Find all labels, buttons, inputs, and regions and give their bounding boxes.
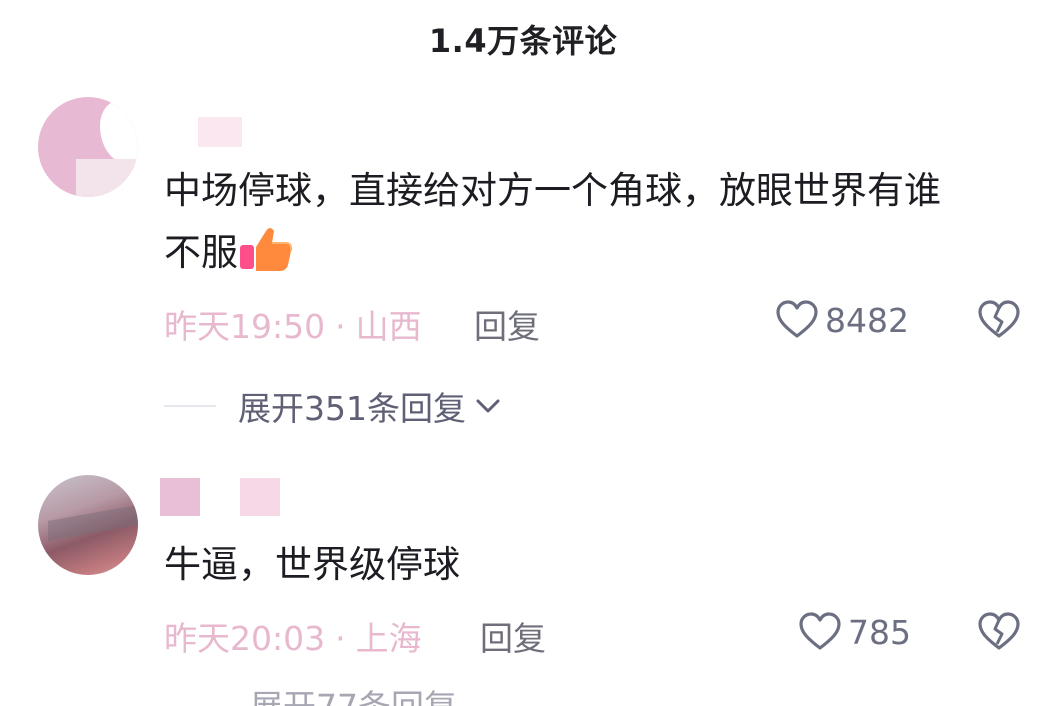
comment-time: 昨天19:50 xyxy=(164,307,326,346)
heart-outline-icon xyxy=(776,300,818,338)
meta-separator: · xyxy=(335,619,346,658)
expand-replies-label: 展开351条回复 xyxy=(238,389,466,428)
comment-text: 中场停球，直接给对方一个角球，放眼世界有谁 xyxy=(164,160,941,222)
expand-replies-label: 展开77条回复 xyxy=(250,680,457,706)
broken-heart-icon[interactable] xyxy=(977,300,1021,340)
comment-text-line: 牛逼，世界级停球 xyxy=(164,543,460,586)
comment-text: 牛逼，世界级停球 xyxy=(164,534,460,596)
like-count: 8482 xyxy=(825,300,909,340)
comment-panel: 1.4万条评论 中场停球，直接给对方一个角球，放眼世界有谁 不服 昨天19:50… xyxy=(0,0,1046,706)
avatar[interactable] xyxy=(38,97,138,197)
reply-button[interactable]: 回复 xyxy=(480,612,546,660)
comment-text-line: 中场停球，直接给对方一个角球，放眼世界有谁 xyxy=(164,169,941,212)
comment-text-continued: 不服 xyxy=(164,222,294,284)
reply-button[interactable]: 回复 xyxy=(474,300,540,348)
comment-meta: 昨天19:50 · 山西 xyxy=(164,300,422,348)
username-blurred xyxy=(240,478,280,516)
broken-heart-icon[interactable] xyxy=(977,612,1021,652)
chevron-down-icon xyxy=(476,399,500,413)
username-blurred[interactable] xyxy=(198,117,242,147)
comment-time: 昨天20:03 xyxy=(164,619,326,658)
like-count: 785 xyxy=(848,612,911,652)
comment-count-title: 1.4万条评论 xyxy=(428,22,618,60)
comment-text-line: 不服 xyxy=(164,231,238,274)
like-button[interactable]: 8482 xyxy=(775,300,909,340)
meta-separator: · xyxy=(335,307,346,346)
heart-outline-icon xyxy=(799,612,841,650)
comment-meta: 昨天20:03 · 上海 xyxy=(164,612,422,660)
avatar[interactable] xyxy=(38,475,138,575)
divider-line xyxy=(164,405,216,407)
like-button[interactable]: 785 xyxy=(798,612,911,652)
username-blurred[interactable] xyxy=(160,478,200,516)
expand-replies-button[interactable]: 展开77条回复 xyxy=(250,680,457,706)
expand-replies-button[interactable]: 展开351条回复 xyxy=(164,382,502,430)
thumbs-up-emoji-icon xyxy=(238,225,294,273)
comment-location: 上海 xyxy=(355,619,422,658)
comment-location: 山西 xyxy=(355,307,422,346)
